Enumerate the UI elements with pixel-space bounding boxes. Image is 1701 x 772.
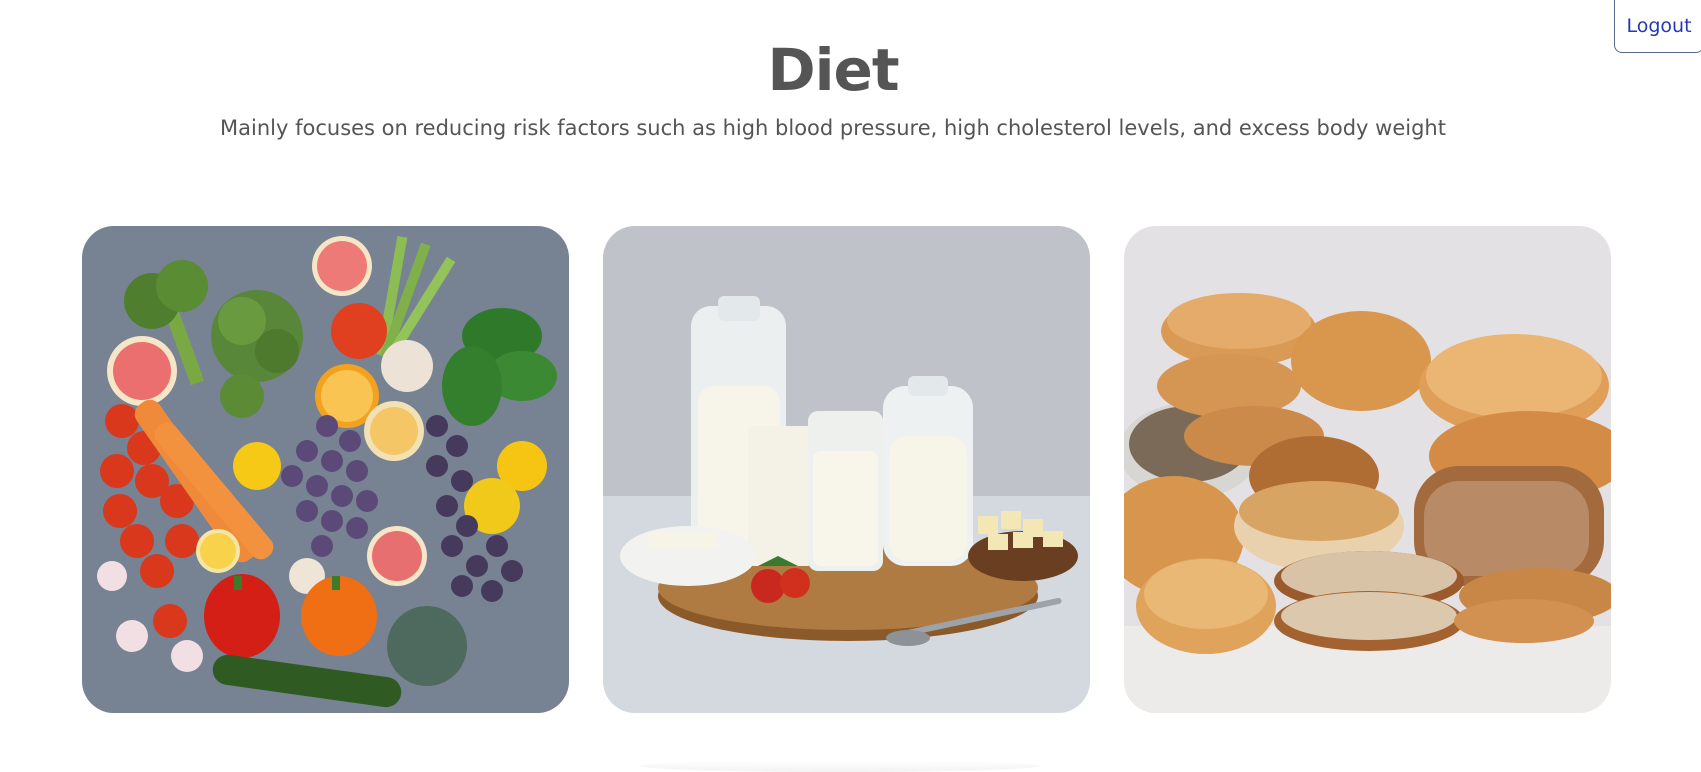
page-subtitle: Mainly focuses on reducing risk factors … — [220, 116, 1446, 140]
fruits-vegetables-image[interactable] — [82, 226, 569, 713]
footer-shadow — [640, 760, 1040, 772]
page-title: Diet — [767, 36, 899, 104]
diet-image-gallery — [82, 226, 1612, 714]
dairy-products-image[interactable] — [603, 226, 1090, 713]
breads-grains-image[interactable] — [1124, 226, 1611, 713]
